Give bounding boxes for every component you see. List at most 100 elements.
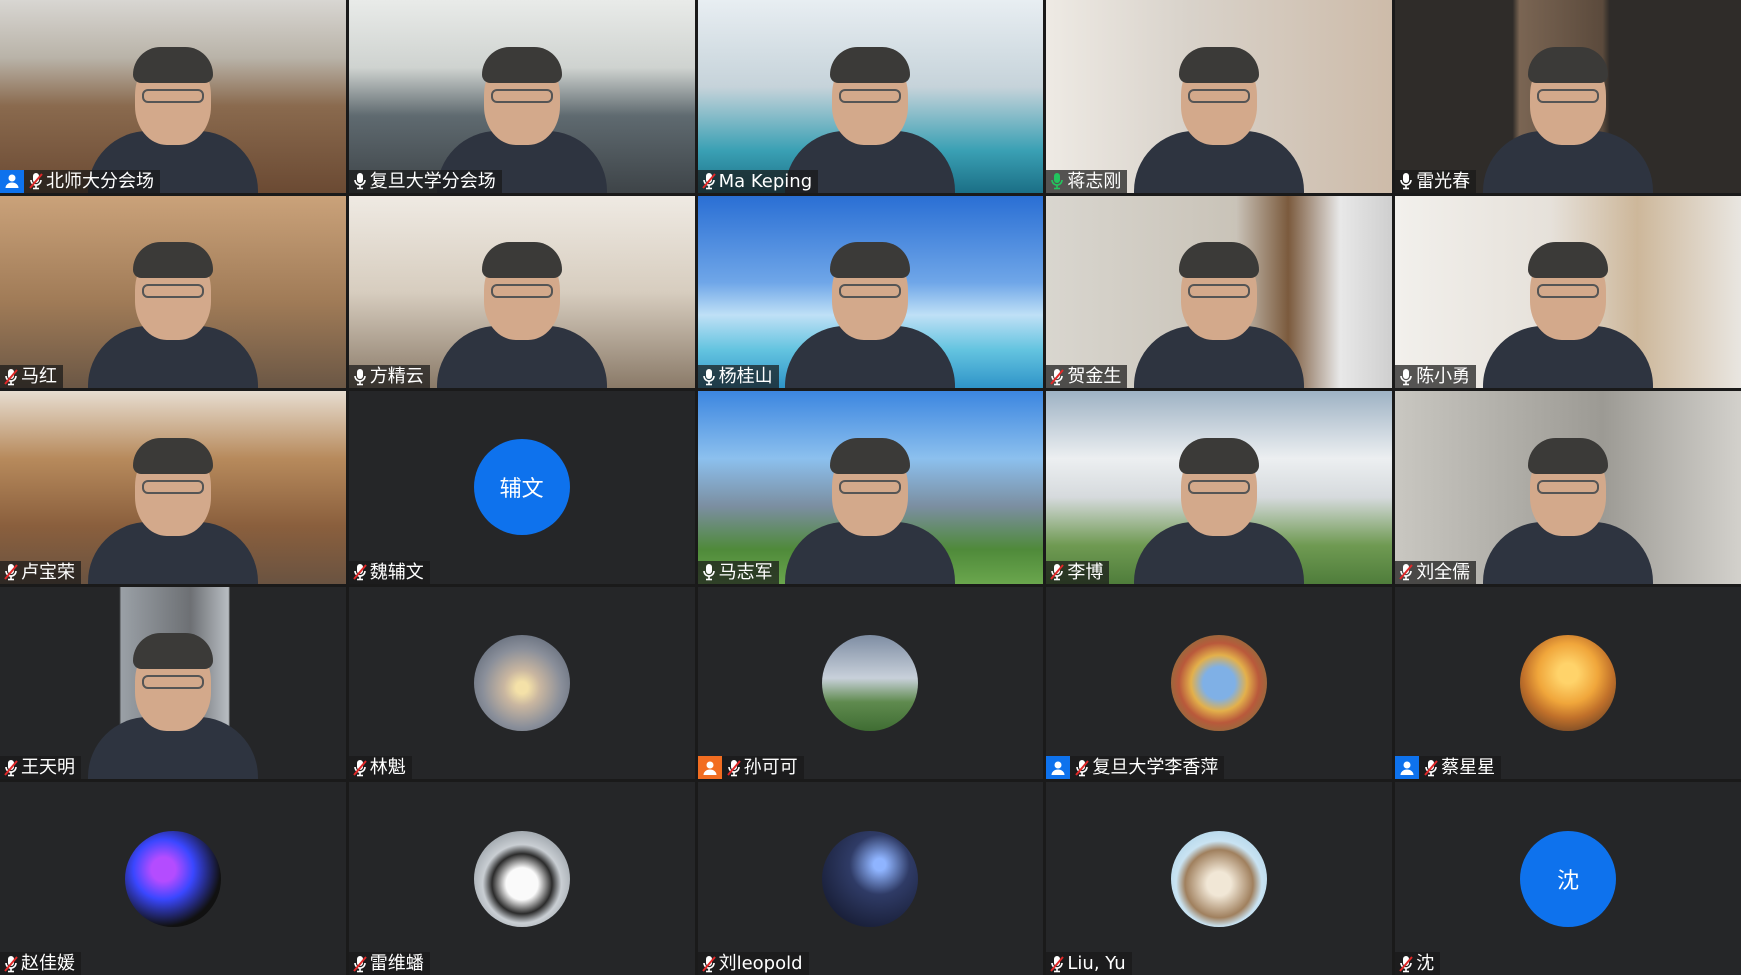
participant-name: Ma Keping xyxy=(718,170,813,192)
participant-avatar xyxy=(822,830,919,927)
participant-name: 雷光春 xyxy=(1416,170,1471,192)
participant-name-label: Ma Keping xyxy=(697,169,819,193)
participant-tile[interactable]: 王天明 xyxy=(0,586,346,780)
participant-tile[interactable]: Liu, Yu xyxy=(1046,782,1393,975)
participant-name-label: 魏辅文 xyxy=(348,560,430,584)
mic-muted-icon xyxy=(3,563,19,581)
mic-icon xyxy=(701,563,717,581)
participant-name-label: 马红 xyxy=(0,365,63,389)
participant-name-label: 蒋志刚 xyxy=(1046,169,1128,193)
mic-muted-icon xyxy=(1049,368,1065,386)
participant-name-label: 赵佳媛 xyxy=(0,952,81,975)
mic-muted-icon xyxy=(1398,955,1414,973)
mic-icon xyxy=(1398,172,1414,190)
participant-name-label: 刘leopold xyxy=(697,952,809,975)
mic-muted-icon xyxy=(1049,563,1065,581)
participant-tile[interactable]: 刘leopold xyxy=(697,782,1044,975)
participant-video-person xyxy=(87,434,258,584)
participant-tile[interactable]: 卢宝荣 xyxy=(0,391,346,584)
participant-tile[interactable]: 雷光春 xyxy=(1395,0,1741,193)
participant-tile[interactable]: 马志军 xyxy=(697,391,1044,584)
participant-name-label: 北师大分会场 xyxy=(0,169,160,193)
participant-tile[interactable]: 沈沈 xyxy=(1395,782,1741,975)
participant-avatar xyxy=(822,635,919,732)
participant-name: 北师大分会场 xyxy=(46,170,154,192)
participant-name-label: 雷维蟠 xyxy=(348,952,430,975)
mic-muted-icon xyxy=(1398,563,1414,581)
participant-name: 沈 xyxy=(1416,953,1435,974)
participant-avatar xyxy=(124,830,221,927)
participant-tile[interactable]: 复旦大学李香萍 xyxy=(1046,586,1393,780)
participant-name: 方精云 xyxy=(369,366,424,388)
participant-name-label: 蔡星星 xyxy=(1395,756,1502,780)
participant-name-label: Liu, Yu xyxy=(1046,952,1132,975)
participant-name: 马志军 xyxy=(718,561,773,583)
participant-name-label: 李博 xyxy=(1046,560,1110,584)
participant-video-person xyxy=(1134,238,1305,389)
mic-muted-icon xyxy=(1049,955,1065,973)
mic-muted-icon xyxy=(701,955,717,973)
participant-video-person xyxy=(1134,434,1305,584)
participant-name: 刘全儒 xyxy=(1416,561,1471,583)
participant-avatar xyxy=(473,635,570,732)
participant-name: 马红 xyxy=(21,366,57,388)
participant-tile[interactable]: 贺金生 xyxy=(1046,195,1393,389)
participant-tile[interactable]: 雷维蟠 xyxy=(348,782,695,975)
mic-muted-icon xyxy=(352,563,368,581)
participant-name: 赵佳媛 xyxy=(21,953,75,974)
participant-avatar: 沈 xyxy=(1520,830,1617,927)
mic-icon xyxy=(1398,368,1414,386)
participant-name: 蔡星星 xyxy=(1441,757,1496,779)
participant-name-label: 雷光春 xyxy=(1395,169,1477,193)
participant-tile[interactable]: 马红 xyxy=(0,195,346,389)
participant-tile[interactable]: 北师大分会场 xyxy=(0,0,346,193)
participant-name: 卢宝荣 xyxy=(21,561,75,583)
participant-tile[interactable]: 赵佳媛 xyxy=(0,782,346,975)
participant-name-label: 马志军 xyxy=(697,560,779,584)
participant-video-person xyxy=(785,434,956,584)
participant-tile[interactable]: 杨桂山 xyxy=(697,195,1044,389)
mic-muted-icon xyxy=(1074,759,1090,777)
participant-tile[interactable]: 李博 xyxy=(1046,391,1393,584)
participant-name: 魏辅文 xyxy=(369,561,424,583)
participant-name: 雷维蟠 xyxy=(369,953,424,974)
participant-name-label: 孙可可 xyxy=(697,756,804,780)
participant-tile[interactable]: 辅文 魏辅文 xyxy=(348,391,695,584)
participant-name-label: 沈 xyxy=(1395,952,1441,975)
participant-name-label: 王天明 xyxy=(0,756,81,780)
participant-name: Liu, Yu xyxy=(1067,953,1126,974)
mic-speaking-icon xyxy=(1049,172,1065,190)
participant-tile[interactable]: 复旦大学分会场 xyxy=(348,0,695,193)
mic-icon xyxy=(352,172,368,190)
user-badge-icon xyxy=(0,169,24,193)
participant-name: 蒋志刚 xyxy=(1067,170,1122,192)
participant-name-label: 杨桂山 xyxy=(697,365,779,389)
participant-video-person xyxy=(1483,434,1654,584)
user-badge-icon xyxy=(1395,756,1420,780)
participant-video-person xyxy=(436,238,607,389)
participant-video-person xyxy=(87,629,258,780)
participant-video-person xyxy=(1134,43,1305,193)
participant-name: 林魁 xyxy=(369,757,406,779)
mic-muted-icon xyxy=(701,172,717,190)
participant-avatar xyxy=(1520,635,1617,732)
participant-name: 刘leopold xyxy=(718,953,803,974)
participant-tile[interactable]: 陈小勇 xyxy=(1395,195,1741,389)
participant-tile[interactable]: 孙可可 xyxy=(697,586,1044,780)
participant-tile[interactable]: 刘全儒 xyxy=(1395,391,1741,584)
participant-tile[interactable]: 蔡星星 xyxy=(1395,586,1741,780)
participant-name-label: 陈小勇 xyxy=(1395,365,1477,389)
mic-muted-icon xyxy=(3,368,19,386)
participant-name: 杨桂山 xyxy=(718,366,773,388)
participant-video-person xyxy=(87,238,258,389)
mic-icon xyxy=(701,368,717,386)
participant-tile[interactable]: Ma Keping xyxy=(697,0,1044,193)
participant-tile[interactable]: 方精云 xyxy=(348,195,695,389)
user-badge-icon xyxy=(697,756,722,780)
participant-tile[interactable]: 蒋志刚 xyxy=(1046,0,1393,193)
participant-tile[interactable]: 林魁 xyxy=(348,586,695,780)
participant-name: 王天明 xyxy=(21,757,75,779)
participant-name-label: 贺金生 xyxy=(1046,365,1128,389)
participant-name-label: 卢宝荣 xyxy=(0,560,81,584)
participant-video-person xyxy=(1483,43,1654,193)
